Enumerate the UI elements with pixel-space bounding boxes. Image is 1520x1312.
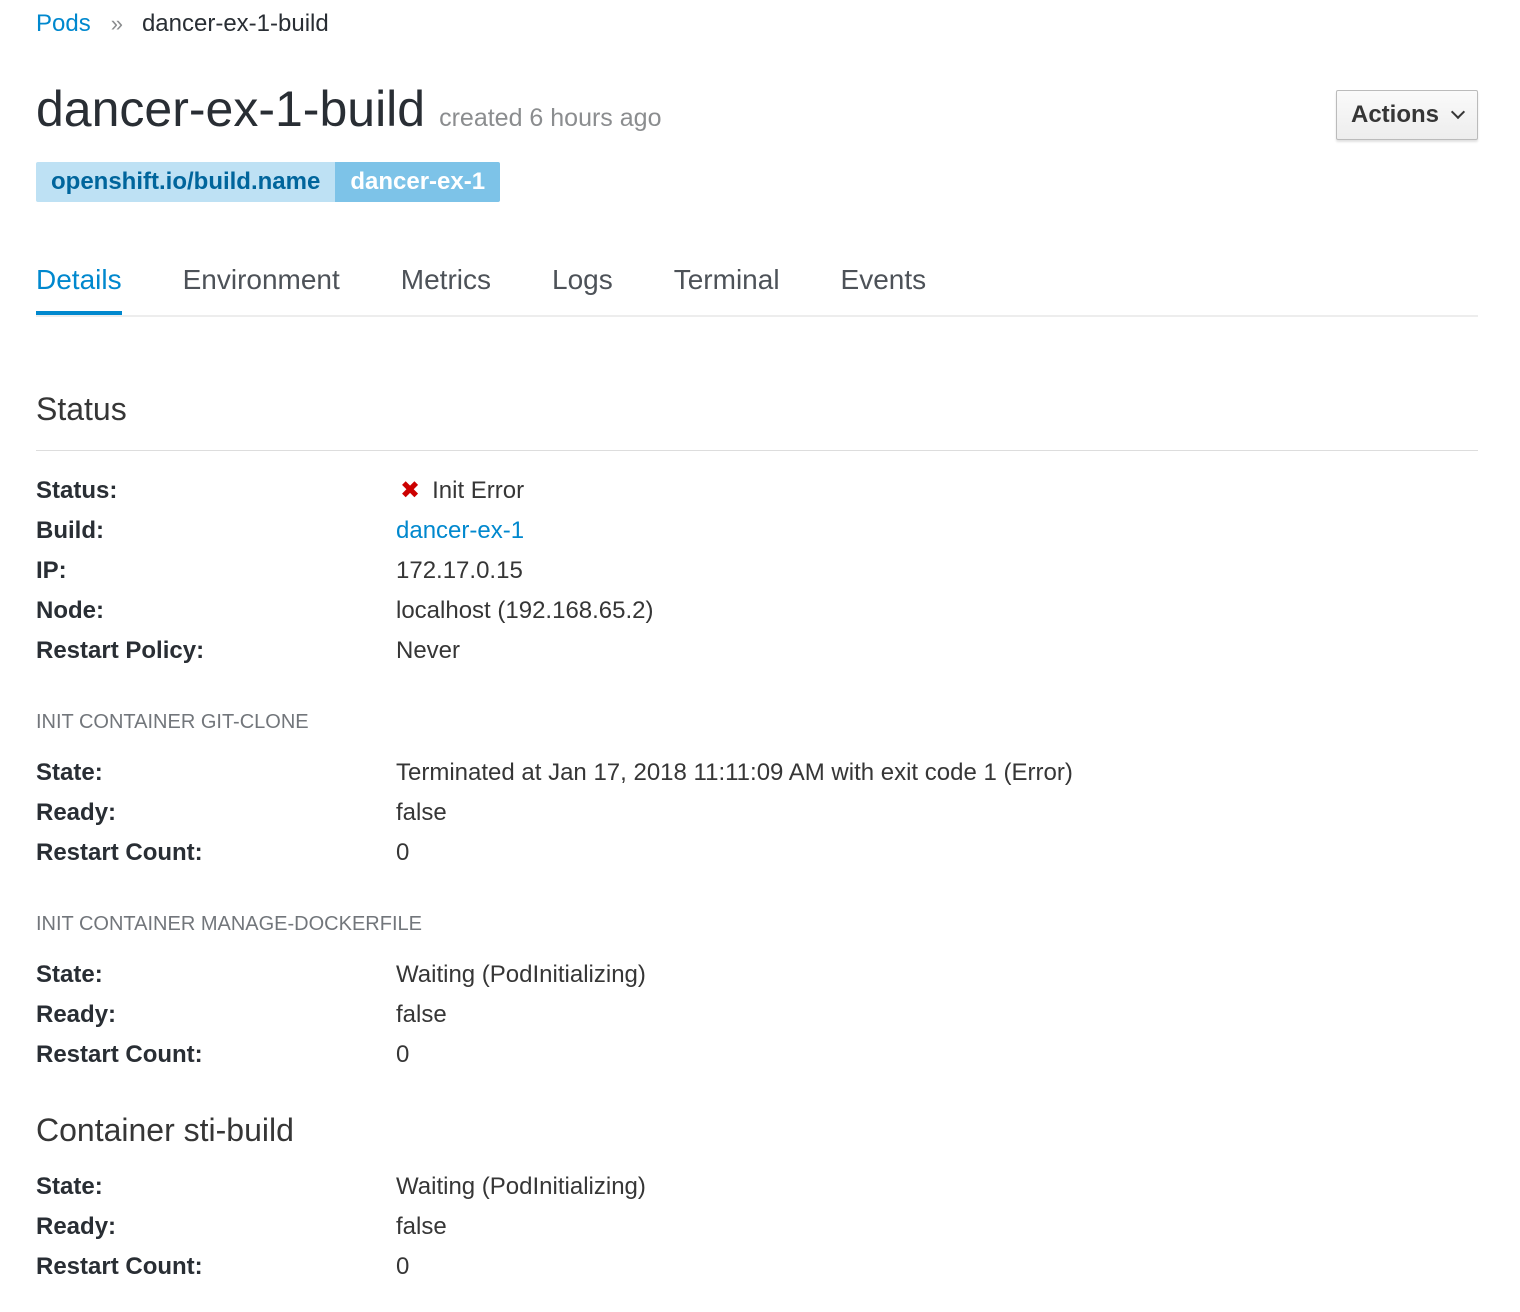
build-label: Build: (36, 517, 104, 544)
error-x-icon: ✖ (400, 477, 421, 504)
restart-policy-value: Never (396, 637, 461, 664)
status-value-cell: ✖ Init Error (396, 471, 524, 511)
ready-value: false (396, 1213, 447, 1240)
state-label: State: (36, 759, 103, 786)
restart-policy-label: Restart Policy: (36, 637, 205, 664)
status-section-title: Status (36, 391, 127, 427)
init-container-git-clone-heading: INIT CONTAINER GIT-CLONE (36, 711, 309, 733)
restart-count-value: 0 (396, 839, 410, 866)
state-value: Waiting (PodInitializing) (396, 961, 646, 988)
state-label: State: (36, 1173, 103, 1200)
actions-dropdown-button[interactable]: Actions (1336, 90, 1478, 140)
tab-bar: Details Environment Metrics Logs Termina… (36, 258, 1478, 317)
breadcrumb-pods-link[interactable]: Pods (36, 10, 91, 38)
restart-count-label: Restart Count: (36, 839, 203, 866)
breadcrumb: Pods » dancer-ex-1-build (36, 8, 329, 40)
build-value-cell: dancer-ex-1 (396, 511, 524, 551)
state-value: Waiting (PodInitializing) (396, 1173, 646, 1200)
status-label: Status: (36, 477, 118, 504)
ready-label: Ready: (36, 1213, 117, 1240)
tab-details[interactable]: Details (36, 258, 122, 315)
state-label: State: (36, 961, 103, 988)
ready-label: Ready: (36, 799, 117, 826)
status-value: Init Error (432, 477, 525, 504)
page-header: dancer-ex-1-build created 6 hours ago (36, 80, 661, 138)
ready-label: Ready: (36, 1001, 117, 1028)
tab-events[interactable]: Events (841, 258, 927, 315)
label-value[interactable]: dancer-ex-1 (335, 162, 501, 202)
ip-value: 172.17.0.15 (396, 557, 523, 584)
label-badge: openshift.io/build.name dancer-ex-1 (36, 162, 501, 202)
breadcrumb-current: dancer-ex-1-build (141, 10, 329, 37)
node-label: Node: (36, 597, 104, 624)
restart-count-label: Restart Count: (36, 1253, 203, 1280)
container-sti-build-heading: Container sti-build (36, 1112, 294, 1148)
node-value: localhost (192.168.65.2) (396, 597, 654, 624)
actions-label: Actions (1350, 101, 1439, 128)
tab-logs[interactable]: Logs (552, 258, 613, 315)
page-title: dancer-ex-1-build (36, 81, 426, 137)
ready-value: false (396, 799, 447, 826)
label-key[interactable]: openshift.io/build.name (36, 162, 336, 202)
init-container-manage-dockerfile-heading: INIT CONTAINER MANAGE-DOCKERFILE (36, 913, 422, 935)
created-timestamp: created 6 hours ago (439, 104, 662, 132)
chevron-down-icon (1450, 104, 1466, 120)
restart-count-value: 0 (396, 1253, 410, 1280)
ready-value: false (396, 1001, 447, 1028)
restart-count-label: Restart Count: (36, 1041, 203, 1068)
restart-count-value: 0 (396, 1041, 410, 1068)
tab-terminal[interactable]: Terminal (674, 258, 780, 315)
ip-label: IP: (36, 557, 67, 584)
section-divider (36, 450, 1478, 451)
tab-metrics[interactable]: Metrics (401, 258, 491, 315)
build-link[interactable]: dancer-ex-1 (396, 511, 524, 551)
state-value: Terminated at Jan 17, 2018 11:11:09 AM w… (396, 759, 1073, 786)
breadcrumb-separator-icon: » (110, 11, 123, 36)
tab-environment[interactable]: Environment (183, 258, 340, 315)
